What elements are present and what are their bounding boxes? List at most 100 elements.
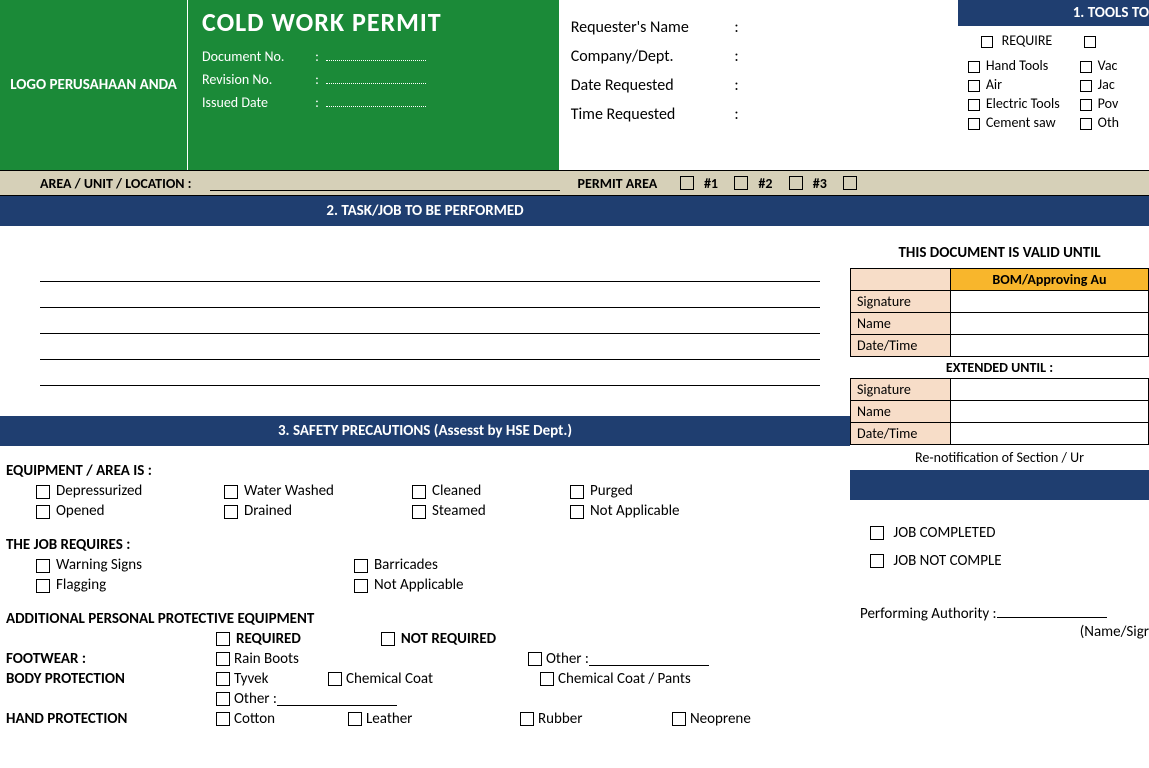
require2-checkbox[interactable]: [1084, 36, 1096, 48]
cleaned-checkbox[interactable]: [412, 485, 426, 499]
footwear-other-field[interactable]: [589, 652, 709, 666]
other-label: Other :: [234, 690, 277, 708]
colon: :: [734, 76, 738, 95]
permit-1-checkbox[interactable]: [680, 176, 694, 190]
perf-auth-label: Performing Authority :: [860, 605, 997, 623]
doc-no-row: Document No. :: [202, 48, 545, 65]
body-other-field[interactable]: [277, 692, 397, 706]
rainboots-checkbox[interactable]: [216, 652, 230, 666]
doc-no-field[interactable]: [326, 51, 426, 61]
logo-placeholder: LOGO PERUSAHAAN ANDA: [0, 0, 188, 170]
tool-label: Cement saw: [986, 114, 1056, 131]
task-line[interactable]: [40, 308, 820, 334]
waterwashed-checkbox[interactable]: [224, 485, 238, 499]
permit-4-checkbox[interactable]: [843, 176, 857, 190]
issued-label: Issued Date: [202, 94, 312, 111]
area-label: AREA / UNIT / LOCATION :: [0, 175, 210, 192]
cb-label: Steamed: [432, 502, 486, 520]
cement-checkbox[interactable]: [968, 118, 980, 130]
dt2-label: Date/Time: [851, 423, 951, 445]
permit-area-label: PERMIT AREA: [578, 175, 658, 192]
date-req-label: Date Requested: [571, 76, 731, 95]
neoprene-checkbox[interactable]: [672, 712, 686, 726]
flagging-checkbox[interactable]: [36, 579, 50, 593]
header-block: LOGO PERUSAHAAN ANDA COLD WORK PERMIT Do…: [0, 0, 1149, 170]
perf-auth-field[interactable]: [997, 604, 1107, 618]
oth-checkbox[interactable]: [1080, 118, 1092, 130]
body-other-checkbox[interactable]: [216, 692, 230, 706]
permit-2-checkbox[interactable]: [734, 176, 748, 190]
notrequired-checkbox[interactable]: [381, 632, 395, 646]
dt-field[interactable]: [951, 335, 1149, 357]
steamed-checkbox[interactable]: [412, 505, 426, 519]
colon: :: [734, 105, 738, 124]
requester-name-row: Requester's Name :: [571, 18, 946, 37]
barricades-checkbox[interactable]: [354, 559, 368, 573]
name-sig-label: (Name/Sigr: [860, 623, 1149, 641]
chemcoat-checkbox[interactable]: [328, 672, 342, 686]
task-line[interactable]: [40, 334, 820, 360]
chemcoatpants-checkbox[interactable]: [540, 672, 554, 686]
cotton-checkbox[interactable]: [216, 712, 230, 726]
require-checkbox[interactable]: [981, 36, 993, 48]
footwear-label: FOOTWEAR :: [6, 650, 216, 668]
na2-checkbox[interactable]: [354, 579, 368, 593]
vac-checkbox[interactable]: [1080, 61, 1092, 73]
body-line2: Other :: [6, 690, 844, 708]
drained-checkbox[interactable]: [224, 505, 238, 519]
job-not-completed-checkbox[interactable]: [870, 554, 884, 568]
area-field[interactable]: [210, 175, 560, 191]
main-body: 2. TASK/JOB TO BE PERFORMED 3. SAFETY PR…: [0, 196, 1149, 730]
leather-checkbox[interactable]: [348, 712, 362, 726]
requester-column: Requester's Name : Company/Dept. : Date …: [559, 0, 958, 170]
warning-checkbox[interactable]: [36, 559, 50, 573]
extended-title: EXTENDED UNTIL :: [850, 357, 1149, 378]
colon: :: [734, 18, 738, 37]
name-field[interactable]: [951, 313, 1149, 335]
ppe-title: ADDITIONAL PERSONAL PROTECTIVE EQUIPMENT: [6, 610, 844, 628]
task-line[interactable]: [40, 360, 820, 386]
colon: :: [734, 47, 738, 66]
purged-checkbox[interactable]: [570, 485, 584, 499]
sig2-field[interactable]: [951, 379, 1149, 401]
cb-label: Flagging: [56, 576, 106, 594]
tyvek-checkbox[interactable]: [216, 672, 230, 686]
permit-3-checkbox[interactable]: [789, 176, 803, 190]
electric-checkbox[interactable]: [968, 99, 980, 111]
depressurized-checkbox[interactable]: [36, 485, 50, 499]
cb-label: Drained: [244, 502, 292, 520]
requester-label: Requester's Name: [571, 18, 731, 37]
task-line[interactable]: [40, 256, 820, 282]
rev-no-label: Revision No.: [202, 71, 312, 88]
hand-tools-checkbox[interactable]: [968, 61, 980, 73]
opened-checkbox[interactable]: [36, 505, 50, 519]
na-checkbox[interactable]: [570, 505, 584, 519]
job-row2: Flagging Not Applicable: [36, 576, 844, 596]
name2-field[interactable]: [951, 401, 1149, 423]
permit-2: #2: [758, 175, 772, 192]
pov-checkbox[interactable]: [1080, 99, 1092, 111]
sig-field[interactable]: [951, 291, 1149, 313]
green-header: LOGO PERUSAHAAN ANDA COLD WORK PERMIT Do…: [0, 0, 559, 170]
required-checkbox[interactable]: [216, 632, 230, 646]
footwear-other-checkbox[interactable]: [528, 652, 542, 666]
task-line[interactable]: [40, 282, 820, 308]
tool-label: Oth: [1098, 114, 1119, 131]
tools-section-title: 1. TOOLS TO: [958, 0, 1149, 26]
rev-no-field[interactable]: [326, 74, 426, 84]
time-req-row: Time Requested :: [571, 105, 946, 124]
job-completed-checkbox[interactable]: [870, 526, 884, 540]
issued-field[interactable]: [326, 97, 426, 107]
form-title: COLD WORK PERMIT: [202, 6, 545, 38]
dt2-field[interactable]: [951, 423, 1149, 445]
rubber-checkbox[interactable]: [520, 712, 534, 726]
performing-authority: Performing Authority : (Name/Sigr: [850, 594, 1149, 641]
air-checkbox[interactable]: [968, 80, 980, 92]
title-column: COLD WORK PERMIT Document No. : Revision…: [188, 0, 559, 170]
jac-checkbox[interactable]: [1080, 80, 1092, 92]
cb-label: Leather: [366, 710, 412, 728]
name-label: Name: [851, 313, 951, 335]
permit-3: #3: [813, 175, 827, 192]
permit-1: #1: [704, 175, 718, 192]
right-blue-bar2: [850, 470, 1149, 500]
